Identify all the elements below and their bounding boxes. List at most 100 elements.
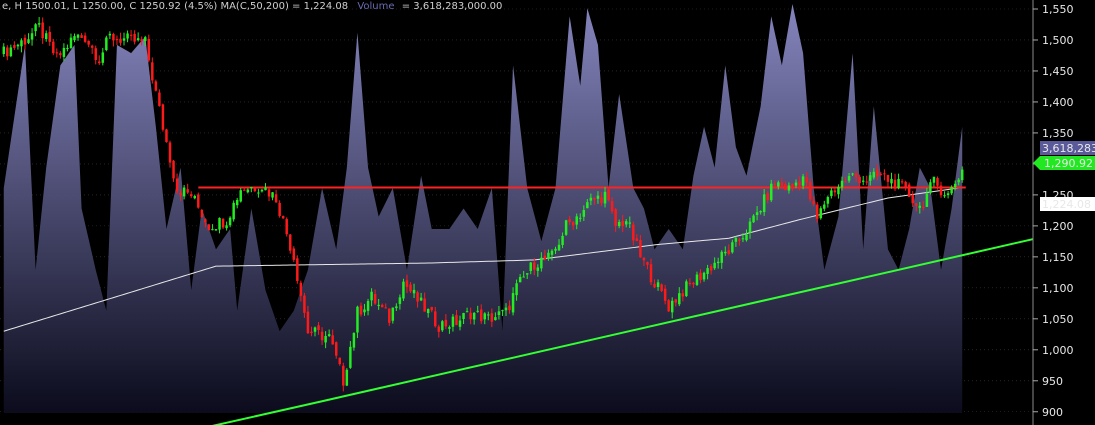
candle-body — [494, 317, 497, 321]
candle-body — [766, 193, 769, 201]
candle-body — [306, 311, 310, 334]
candle-body — [434, 311, 437, 327]
candle-body — [16, 44, 20, 47]
candle — [267, 188, 271, 202]
candle — [564, 219, 568, 236]
candle-body — [663, 288, 667, 301]
candle-body — [370, 291, 373, 301]
candle-body — [9, 47, 13, 57]
candle — [41, 17, 44, 44]
candle — [52, 38, 55, 56]
candle-body — [724, 251, 727, 254]
candle — [80, 33, 83, 38]
candle-body — [388, 308, 391, 323]
candle-body — [861, 180, 865, 182]
candle-body — [161, 104, 165, 130]
candle — [101, 47, 105, 66]
candle-body — [52, 41, 55, 54]
candle — [292, 246, 296, 263]
candle — [929, 179, 932, 195]
candle-body — [462, 312, 465, 319]
candle — [932, 176, 936, 187]
candle — [147, 34, 151, 63]
last-price-badge: 1,290.92 — [1033, 156, 1095, 170]
candle — [6, 45, 9, 61]
candle-body — [808, 182, 812, 200]
candle-body — [529, 262, 532, 271]
candle — [44, 30, 48, 42]
candle-body — [865, 181, 868, 183]
candle-body — [172, 160, 175, 179]
candle-body — [603, 191, 607, 204]
candle — [90, 44, 94, 54]
candle-body — [504, 307, 508, 311]
candle — [285, 217, 288, 237]
header-volume-label: Volume — [357, 1, 394, 12]
candle — [133, 30, 136, 45]
candle — [281, 215, 285, 219]
candle-body — [73, 36, 76, 41]
candle-body — [380, 304, 384, 308]
candle — [16, 43, 20, 50]
candle-body — [596, 195, 600, 199]
volume-badge-text: 3,618,283 — [1042, 142, 1095, 155]
candle-body — [741, 238, 745, 240]
candle-body — [41, 22, 44, 39]
candle — [296, 255, 299, 284]
candle-body — [713, 262, 716, 269]
candle — [900, 179, 904, 185]
candle-body — [536, 267, 540, 271]
candle — [823, 200, 826, 212]
candle-body — [274, 194, 278, 203]
candle-body — [716, 261, 720, 264]
candle-body — [960, 169, 964, 181]
candle-body — [568, 219, 571, 223]
candle-body — [897, 178, 900, 189]
candle — [246, 188, 250, 194]
candle-body — [271, 192, 274, 198]
candle-body — [893, 179, 897, 189]
candle-body — [129, 34, 133, 36]
candle — [27, 33, 30, 45]
candle-body — [398, 297, 402, 304]
candle-body — [876, 169, 879, 177]
candle-body — [557, 244, 561, 251]
candle-body — [487, 314, 490, 316]
candle-body — [20, 40, 23, 47]
candle-body — [798, 181, 801, 186]
candle-body — [883, 173, 886, 175]
candle — [37, 17, 41, 28]
candle — [907, 182, 911, 198]
candle — [165, 128, 168, 143]
candle-body — [200, 210, 204, 218]
candle-body — [250, 187, 253, 189]
candle-body — [745, 234, 748, 241]
candle-body — [299, 282, 303, 296]
candle — [129, 30, 133, 41]
y-tick-label: 1,550 — [1042, 3, 1074, 16]
candle-body — [582, 209, 586, 217]
candle-body — [575, 216, 578, 225]
candle — [861, 175, 865, 186]
candle — [278, 200, 281, 218]
candle-body — [94, 48, 97, 60]
candle-body — [366, 301, 370, 311]
candle — [193, 194, 196, 200]
candle — [883, 169, 886, 181]
candle-body — [373, 294, 377, 304]
candle-body — [66, 47, 69, 49]
candle-body — [518, 277, 522, 283]
candle-body — [327, 334, 331, 337]
candle-body — [678, 293, 681, 305]
candle — [126, 30, 129, 43]
candle-body — [635, 238, 639, 242]
candle-body — [27, 39, 30, 43]
candle — [271, 191, 274, 201]
candle-body — [617, 221, 621, 227]
candle — [826, 195, 830, 208]
candle — [186, 183, 189, 194]
candle-body — [762, 194, 766, 213]
candle-body — [338, 357, 341, 365]
candle-body — [922, 206, 925, 208]
candle — [154, 79, 158, 92]
